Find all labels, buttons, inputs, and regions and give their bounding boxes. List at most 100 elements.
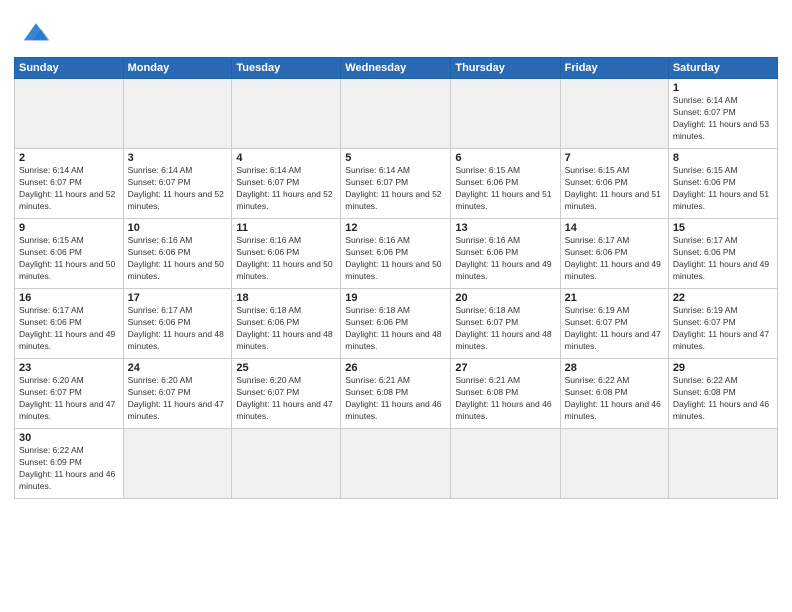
day-cell: 1Sunrise: 6:14 AMSunset: 6:07 PMDaylight… <box>668 79 777 149</box>
day-number: 21 <box>565 292 664 304</box>
day-info: Sunrise: 6:16 AMSunset: 6:06 PMDaylight:… <box>236 235 336 283</box>
day-cell: 4Sunrise: 6:14 AMSunset: 6:07 PMDaylight… <box>232 149 341 219</box>
calendar-table: SundayMondayTuesdayWednesdayThursdayFrid… <box>14 57 778 499</box>
day-number: 2 <box>19 152 119 164</box>
weekday-tuesday: Tuesday <box>232 58 341 79</box>
day-info: Sunrise: 6:20 AMSunset: 6:07 PMDaylight:… <box>19 375 119 423</box>
day-info: Sunrise: 6:17 AMSunset: 6:06 PMDaylight:… <box>128 305 228 353</box>
day-number: 28 <box>565 362 664 374</box>
day-info: Sunrise: 6:15 AMSunset: 6:06 PMDaylight:… <box>455 165 555 213</box>
day-number: 11 <box>236 222 336 234</box>
day-info: Sunrise: 6:22 AMSunset: 6:08 PMDaylight:… <box>565 375 664 423</box>
day-number: 27 <box>455 362 555 374</box>
day-cell <box>451 79 560 149</box>
week-row-4: 23Sunrise: 6:20 AMSunset: 6:07 PMDayligh… <box>15 359 778 429</box>
day-info: Sunrise: 6:16 AMSunset: 6:06 PMDaylight:… <box>455 235 555 283</box>
day-number: 29 <box>673 362 773 374</box>
day-info: Sunrise: 6:18 AMSunset: 6:07 PMDaylight:… <box>455 305 555 353</box>
day-cell: 8Sunrise: 6:15 AMSunset: 6:06 PMDaylight… <box>668 149 777 219</box>
week-row-5: 30Sunrise: 6:22 AMSunset: 6:09 PMDayligh… <box>15 429 778 499</box>
day-number: 8 <box>673 152 773 164</box>
day-number: 26 <box>345 362 446 374</box>
day-cell <box>123 79 232 149</box>
weekday-saturday: Saturday <box>668 58 777 79</box>
day-info: Sunrise: 6:17 AMSunset: 6:06 PMDaylight:… <box>673 235 773 283</box>
day-cell <box>668 429 777 499</box>
weekday-friday: Friday <box>560 58 668 79</box>
day-number: 17 <box>128 292 228 304</box>
day-cell: 18Sunrise: 6:18 AMSunset: 6:06 PMDayligh… <box>232 289 341 359</box>
page: SundayMondayTuesdayWednesdayThursdayFrid… <box>0 0 792 612</box>
day-info: Sunrise: 6:15 AMSunset: 6:06 PMDaylight:… <box>565 165 664 213</box>
logo <box>14 16 54 51</box>
week-row-1: 2Sunrise: 6:14 AMSunset: 6:07 PMDaylight… <box>15 149 778 219</box>
day-cell: 19Sunrise: 6:18 AMSunset: 6:06 PMDayligh… <box>341 289 451 359</box>
day-cell: 17Sunrise: 6:17 AMSunset: 6:06 PMDayligh… <box>123 289 232 359</box>
day-number: 1 <box>673 82 773 94</box>
day-info: Sunrise: 6:20 AMSunset: 6:07 PMDaylight:… <box>128 375 228 423</box>
day-number: 24 <box>128 362 228 374</box>
day-info: Sunrise: 6:15 AMSunset: 6:06 PMDaylight:… <box>19 235 119 283</box>
day-cell: 10Sunrise: 6:16 AMSunset: 6:06 PMDayligh… <box>123 219 232 289</box>
day-cell <box>341 429 451 499</box>
week-row-0: 1Sunrise: 6:14 AMSunset: 6:07 PMDaylight… <box>15 79 778 149</box>
day-cell: 20Sunrise: 6:18 AMSunset: 6:07 PMDayligh… <box>451 289 560 359</box>
day-cell <box>560 429 668 499</box>
day-cell: 29Sunrise: 6:22 AMSunset: 6:08 PMDayligh… <box>668 359 777 429</box>
day-cell: 6Sunrise: 6:15 AMSunset: 6:06 PMDaylight… <box>451 149 560 219</box>
day-info: Sunrise: 6:22 AMSunset: 6:09 PMDaylight:… <box>19 445 119 493</box>
day-info: Sunrise: 6:21 AMSunset: 6:08 PMDaylight:… <box>345 375 446 423</box>
day-number: 18 <box>236 292 336 304</box>
day-cell: 26Sunrise: 6:21 AMSunset: 6:08 PMDayligh… <box>341 359 451 429</box>
logo-icon <box>18 16 54 46</box>
day-cell <box>341 79 451 149</box>
weekday-monday: Monday <box>123 58 232 79</box>
day-cell: 27Sunrise: 6:21 AMSunset: 6:08 PMDayligh… <box>451 359 560 429</box>
day-info: Sunrise: 6:18 AMSunset: 6:06 PMDaylight:… <box>236 305 336 353</box>
day-cell: 30Sunrise: 6:22 AMSunset: 6:09 PMDayligh… <box>15 429 124 499</box>
day-cell: 5Sunrise: 6:14 AMSunset: 6:07 PMDaylight… <box>341 149 451 219</box>
day-info: Sunrise: 6:19 AMSunset: 6:07 PMDaylight:… <box>565 305 664 353</box>
day-number: 13 <box>455 222 555 234</box>
day-number: 4 <box>236 152 336 164</box>
day-cell: 14Sunrise: 6:17 AMSunset: 6:06 PMDayligh… <box>560 219 668 289</box>
day-number: 12 <box>345 222 446 234</box>
day-info: Sunrise: 6:20 AMSunset: 6:07 PMDaylight:… <box>236 375 336 423</box>
day-cell: 21Sunrise: 6:19 AMSunset: 6:07 PMDayligh… <box>560 289 668 359</box>
weekday-thursday: Thursday <box>451 58 560 79</box>
day-info: Sunrise: 6:16 AMSunset: 6:06 PMDaylight:… <box>345 235 446 283</box>
day-cell: 13Sunrise: 6:16 AMSunset: 6:06 PMDayligh… <box>451 219 560 289</box>
day-number: 7 <box>565 152 664 164</box>
day-number: 25 <box>236 362 336 374</box>
day-info: Sunrise: 6:21 AMSunset: 6:08 PMDaylight:… <box>455 375 555 423</box>
day-info: Sunrise: 6:18 AMSunset: 6:06 PMDaylight:… <box>345 305 446 353</box>
weekday-sunday: Sunday <box>15 58 124 79</box>
day-number: 5 <box>345 152 446 164</box>
day-cell: 16Sunrise: 6:17 AMSunset: 6:06 PMDayligh… <box>15 289 124 359</box>
day-cell: 7Sunrise: 6:15 AMSunset: 6:06 PMDaylight… <box>560 149 668 219</box>
day-cell: 12Sunrise: 6:16 AMSunset: 6:06 PMDayligh… <box>341 219 451 289</box>
weekday-header-row: SundayMondayTuesdayWednesdayThursdayFrid… <box>15 58 778 79</box>
day-cell: 2Sunrise: 6:14 AMSunset: 6:07 PMDaylight… <box>15 149 124 219</box>
day-number: 30 <box>19 432 119 444</box>
week-row-2: 9Sunrise: 6:15 AMSunset: 6:06 PMDaylight… <box>15 219 778 289</box>
day-cell <box>560 79 668 149</box>
day-number: 19 <box>345 292 446 304</box>
day-cell <box>451 429 560 499</box>
day-number: 6 <box>455 152 555 164</box>
day-info: Sunrise: 6:16 AMSunset: 6:06 PMDaylight:… <box>128 235 228 283</box>
day-cell: 15Sunrise: 6:17 AMSunset: 6:06 PMDayligh… <box>668 219 777 289</box>
header <box>14 10 778 51</box>
day-info: Sunrise: 6:19 AMSunset: 6:07 PMDaylight:… <box>673 305 773 353</box>
day-cell <box>15 79 124 149</box>
day-number: 3 <box>128 152 228 164</box>
day-number: 20 <box>455 292 555 304</box>
day-number: 15 <box>673 222 773 234</box>
day-cell: 3Sunrise: 6:14 AMSunset: 6:07 PMDaylight… <box>123 149 232 219</box>
day-info: Sunrise: 6:17 AMSunset: 6:06 PMDaylight:… <box>565 235 664 283</box>
day-info: Sunrise: 6:14 AMSunset: 6:07 PMDaylight:… <box>128 165 228 213</box>
day-info: Sunrise: 6:14 AMSunset: 6:07 PMDaylight:… <box>19 165 119 213</box>
day-number: 14 <box>565 222 664 234</box>
day-cell: 24Sunrise: 6:20 AMSunset: 6:07 PMDayligh… <box>123 359 232 429</box>
day-info: Sunrise: 6:14 AMSunset: 6:07 PMDaylight:… <box>673 95 773 143</box>
